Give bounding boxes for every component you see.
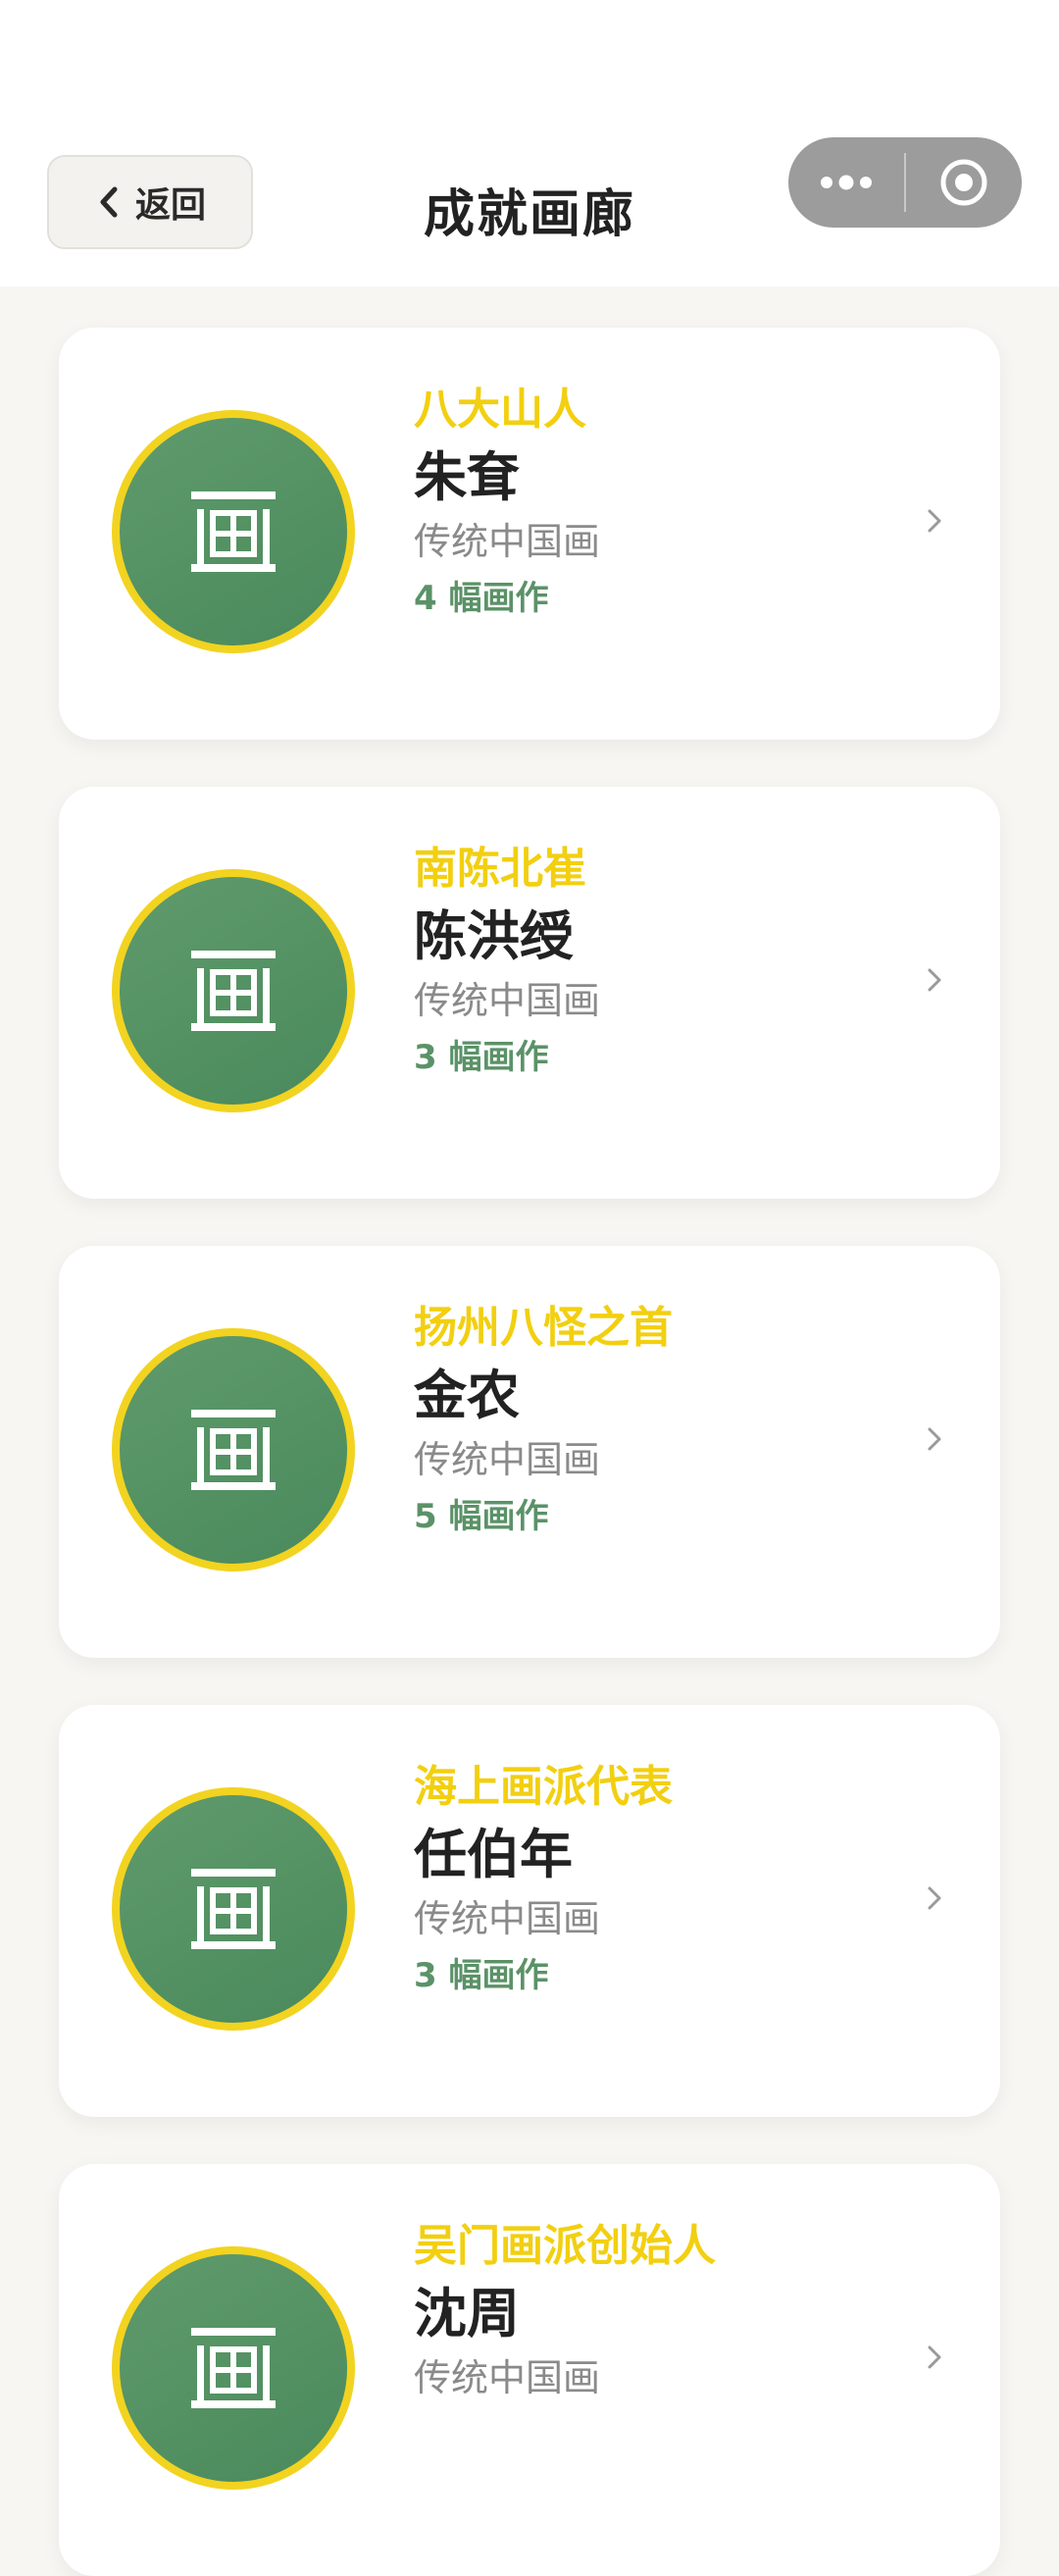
chevron-right-icon — [928, 1427, 941, 1451]
painter-title-tag: 扬州八怪之首 — [414, 1303, 673, 1353]
painter-name: 沈周 — [414, 2283, 520, 2344]
painting-frame-icon — [191, 1869, 276, 1949]
painter-name: 朱耷 — [414, 446, 520, 508]
painting-count: 3 幅画作 — [414, 1956, 549, 1995]
painting-frame-icon — [191, 491, 276, 572]
painter-card[interactable]: 吴门画派创始人 沈周 传统中国画 — [59, 2164, 1000, 2576]
close-target-icon[interactable] — [906, 137, 1022, 228]
painter-name: 陈洪绶 — [414, 905, 573, 967]
painter-title-tag: 海上画派代表 — [414, 1762, 673, 1812]
chevron-right-icon — [928, 509, 941, 533]
painter-name: 任伯年 — [414, 1824, 573, 1885]
painter-card[interactable]: 海上画派代表 任伯年 传统中国画 3 幅画作 — [59, 1705, 1000, 2117]
painting-avatar — [112, 410, 355, 653]
painter-card[interactable]: 八大山人 朱耷 传统中国画 4 幅画作 — [59, 328, 1000, 740]
painter-genre: 传统中国画 — [414, 2356, 601, 2399]
painter-card[interactable]: 扬州八怪之首 金农 传统中国画 5 幅画作 — [59, 1246, 1000, 1658]
more-dots-icon[interactable] — [788, 137, 904, 228]
painter-card[interactable]: 南陈北崔 陈洪绶 传统中国画 3 幅画作 — [59, 787, 1000, 1199]
painting-frame-icon — [191, 1410, 276, 1490]
chevron-right-icon — [928, 1886, 941, 1910]
painting-avatar — [112, 869, 355, 1112]
painter-genre: 传统中国画 — [414, 979, 601, 1022]
painter-genre: 传统中国画 — [414, 1438, 601, 1481]
painting-count: 5 幅画作 — [414, 1497, 549, 1536]
chevron-right-icon — [928, 968, 941, 992]
painter-genre: 传统中国画 — [414, 1897, 601, 1940]
painter-title-tag: 南陈北崔 — [414, 844, 586, 894]
painting-count: 3 幅画作 — [414, 1038, 549, 1077]
painting-avatar — [112, 1787, 355, 2031]
painting-avatar — [112, 2246, 355, 2490]
painting-count: 4 幅画作 — [414, 579, 549, 618]
painting-count — [414, 2405, 924, 2464]
painting-frame-icon — [191, 951, 276, 1031]
painter-genre: 传统中国画 — [414, 520, 601, 563]
painter-name: 金农 — [414, 1365, 520, 1426]
painting-frame-icon — [191, 2328, 276, 2408]
painting-avatar — [112, 1328, 355, 1571]
top-navigation-bar: 返回 成就画廊 — [0, 0, 1059, 286]
mini-program-capsule — [788, 137, 1022, 228]
painter-title-tag: 八大山人 — [414, 385, 586, 435]
painter-title-tag: 吴门画派创始人 — [414, 2221, 716, 2271]
chevron-right-icon — [928, 2345, 941, 2369]
